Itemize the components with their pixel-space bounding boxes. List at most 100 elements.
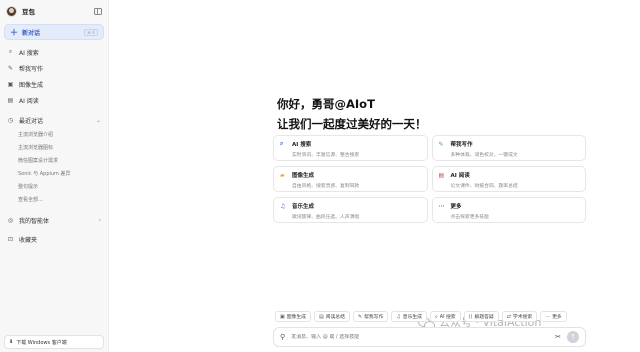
message-input[interactable] [291, 334, 556, 340]
sidebar-item-writing[interactable]: ✎ 帮我写作 [0, 60, 108, 76]
skill-card[interactable]: ⋯ 更多点击探索更多技能 [431, 197, 586, 223]
sidebar: 豆包 ＋ 新对话 ⌘ K ⌕ AI 搜索 ✎ 帮我写作 ▣ 图像生成 ▤ AI 阅读 ◷ 最近… [0, 0, 109, 352]
card-title: 更多 [450, 204, 462, 210]
reader-icon: ▤ [438, 171, 445, 179]
skill-cards: ⌕ AI 搜索实时资讯、丰富信源、整合搜索 ✎ 帮我写作多种体裁、润色校对，一键成文 ▰… [273, 135, 586, 223]
brand-name: 豆包 [22, 8, 35, 16]
card-title: AI 搜索 [292, 142, 312, 148]
chip-label: 图像生成 [286, 315, 306, 320]
recent-header[interactable]: ◷ 最近对话 ⌄ [0, 112, 108, 128]
card-description: 论文课件、财报合同、题率总结 [450, 184, 518, 189]
chip-label: 更多 [552, 315, 562, 320]
sidebar-item-image-gen[interactable]: ▣ 图像生成 [0, 76, 108, 92]
clock-icon: ◷ [7, 116, 14, 124]
sidebar-toggle-icon[interactable] [94, 7, 102, 15]
sidebar-item-label: 帮我写作 [19, 65, 44, 73]
card-description: 歌词旋律、曲风任选、人声演唱 [292, 215, 360, 220]
music-icon: ♫ [396, 313, 401, 320]
recent-list: 主流浏览器介绍 主流浏览器图标 微信图案设计需求 Sonic 与 Appium 差异整… [0, 128, 108, 206]
skill-chip[interactable]: ⋯ 更多 [540, 311, 567, 322]
bookmark-icon: ⊡ [7, 235, 14, 243]
skill-chip[interactable]: ⟨⟩ 解题答疑 [463, 311, 499, 322]
sidebar-item-ai-read[interactable]: ▤ AI 阅读 [0, 92, 108, 108]
skill-chip[interactable]: ▤ 阅读总结 [313, 311, 350, 322]
reader-icon: ▤ [318, 313, 324, 320]
my-agents-label: 我的智能体 [19, 217, 50, 225]
card-title-row: ✎ 帮我写作 [438, 140, 580, 149]
sidebar-item-label: AI 搜索 [19, 49, 39, 57]
avatar[interactable] [6, 5, 17, 17]
recent-item[interactable]: 主流浏览器图标 [0, 141, 108, 154]
skill-chip[interactable]: ♫ 音乐生成 [391, 311, 427, 322]
skill-card[interactable]: ▤ AI 阅读论文课件、财报合同、题率总结 [431, 166, 586, 192]
skill-card[interactable]: ✎ 帮我写作多种体裁、润色校对，一键成文 [431, 135, 586, 161]
recent-header-label: 最近对话 [19, 117, 44, 125]
chevron-down-icon: ⌄ [95, 116, 101, 124]
plus-icon: ＋ [10, 27, 18, 37]
image-gen-icon: ▣ [7, 80, 14, 88]
skill-chip[interactable]: ⇄ 学术搜索 [501, 311, 538, 322]
sidebar-item-ai-search[interactable]: ⌕ AI 搜索 [0, 44, 108, 60]
skill-chips: ▣ 图像生成 ▤ 阅读总结 ✎ 帮我写作 ♫ 音乐生成 ⌕ AI 搜索 ⟨⟩ 解题答疑 ⇄ 学术搜索 ⋯ 更多 [275, 311, 567, 322]
sidebar-item-label: 图像生成 [19, 81, 44, 89]
recent-item[interactable]: 查看全部... [0, 193, 108, 206]
card-description: 实时资讯、丰富信源、整合搜索 [292, 153, 360, 158]
recent-item[interactable]: 微信图案设计需求 [0, 154, 108, 167]
recent-item[interactable]: 整句提示 [0, 180, 108, 193]
skill-card[interactable]: ♫ 音乐生成歌词旋律、曲风任选、人声演唱 [273, 197, 428, 223]
code-icon: ⟨⟩ [468, 313, 473, 320]
new-chat-label: 新对话 [22, 29, 41, 37]
paperclip-icon[interactable]: ⚲ [280, 333, 285, 341]
image-icon: ▰ [280, 171, 285, 179]
greeting-line-1: 你好，勇哥@AIoT [277, 97, 375, 111]
new-chat-button[interactable]: ＋ 新对话 ⌘ K [4, 24, 104, 40]
card-title-row: ⋯ 更多 [438, 202, 580, 211]
scissors-icon[interactable]: ✂ [555, 333, 561, 341]
pen-icon: ✎ [438, 140, 444, 148]
card-title: 音乐生成 [292, 204, 315, 210]
download-label: 下载 Windows 客户端 [16, 339, 67, 346]
chevron-right-icon: › [98, 216, 101, 224]
download-icon: ⬇ [9, 339, 14, 345]
skill-card[interactable]: ⌕ AI 搜索实时资讯、丰富信源、整合搜索 [273, 135, 428, 161]
chip-label: 解题答疑 [474, 315, 494, 320]
chip-label: AI 搜索 [439, 315, 456, 320]
my-agents-item[interactable]: ◎ 我的智能体 › [0, 212, 108, 228]
skill-card[interactable]: ▰ 图像生成 自由风格、搜索灵感、复制同款 [273, 166, 428, 192]
sidebar-header: 豆包 [0, 0, 108, 22]
shortcut-badge: ⌘ K [84, 28, 98, 36]
card-title: AI 阅读 [450, 173, 470, 179]
chip-label: 学术搜索 [512, 315, 533, 320]
translate-icon: ⇄ [506, 313, 511, 320]
greeting: 你好，勇哥@AIoT 让我们一起度过美好的一天！ [277, 94, 427, 134]
more-icon: ⋯ [545, 313, 551, 320]
chip-label: 音乐生成 [402, 315, 422, 320]
download-client-button[interactable]: ⬇ 下载 Windows 客户端 [4, 335, 104, 349]
skill-chip[interactable]: ▣ 图像生成 [275, 311, 311, 322]
card-description: 点击探索更多技能 [450, 215, 489, 220]
ai-read-icon: ▤ [7, 96, 14, 104]
sidebar-item-label: AI 阅读 [19, 97, 39, 105]
favorites-label: 收藏夹 [19, 236, 38, 244]
card-title-row: ▰ 图像生成 [280, 171, 421, 180]
card-description: 多种体裁、润色校对，一键成文 [450, 153, 518, 158]
more-icon: ⋯ [438, 202, 445, 210]
message-input-box[interactable]: ⚲ ✂ ↑ [273, 327, 586, 347]
card-title-row: ♫ 音乐生成 [280, 202, 421, 211]
greeting-line-2: 让我们一起度过美好的一天！ [277, 117, 427, 131]
card-title-row: ▤ AI 阅读 [438, 171, 580, 180]
image-icon: ▣ [280, 313, 285, 320]
card-title: 图像生成 [292, 173, 315, 179]
pen-icon: ✎ [357, 313, 363, 320]
card-title: 帮我写作 [450, 142, 473, 148]
ai-search-icon: ⌕ [8, 48, 13, 55]
send-button[interactable]: ↑ [567, 331, 579, 343]
favorites-item[interactable]: ⊡ 收藏夹 [0, 231, 108, 247]
skill-chip[interactable]: ⌕ AI 搜索 [429, 311, 461, 322]
skill-chip[interactable]: ✎ 帮我写作 [352, 311, 389, 322]
music-icon: ♫ [280, 202, 286, 210]
search-icon: ⌕ [434, 313, 438, 320]
recent-item[interactable]: 主流浏览器介绍 [0, 128, 108, 141]
search-icon: ⌕ [280, 140, 284, 147]
recent-item[interactable]: Sonic 与 Appium 差异 [0, 167, 108, 180]
